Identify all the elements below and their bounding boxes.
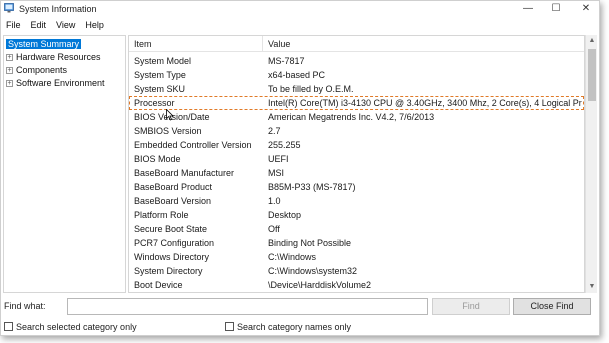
table-row[interactable]: System SKU To be filled by O.E.M. [129, 82, 584, 96]
close-button[interactable]: ✕ [573, 1, 599, 17]
minimize-button[interactable]: — [515, 1, 541, 17]
row-value: UEFI [268, 154, 289, 164]
row-item: Platform Role [134, 210, 189, 220]
tree-item-system-summary[interactable]: System Summary [6, 38, 82, 50]
tree-item-label: System Summary [6, 39, 82, 49]
system-info-icon [4, 3, 14, 13]
window-title: System Information [19, 4, 97, 14]
table-row-highlighted[interactable]: Processor Intel(R) Core(TM) i3-4130 CPU … [129, 96, 584, 110]
table-row[interactable]: BIOS Mode UEFI [129, 152, 584, 166]
scroll-down-icon[interactable]: ▼ [586, 281, 598, 293]
find-button[interactable]: Find [432, 298, 510, 315]
search-selected-category-checkbox[interactable]: Search selected category only [4, 321, 137, 333]
row-item: System Directory [134, 266, 203, 276]
table-row[interactable]: Secure Boot State Off [129, 222, 584, 236]
menu-bar: File Edit View Help [1, 18, 599, 32]
row-item: Boot Device [134, 280, 183, 290]
expand-icon[interactable]: + [6, 54, 13, 61]
row-value: \Device\HarddiskVolume2 [268, 280, 372, 290]
scrollbar-thumb[interactable] [588, 49, 596, 101]
table-row[interactable]: SMBIOS Version 2.7 [129, 124, 584, 138]
row-value: Binding Not Possible [268, 238, 352, 248]
tree-item-hardware-resources[interactable]: + Hardware Resources [6, 51, 101, 63]
table-row[interactable]: PCR7 Configuration Binding Not Possible [129, 236, 584, 250]
row-value: C:\Windows [268, 252, 317, 262]
tree-item-components[interactable]: + Components [6, 64, 67, 76]
column-divider[interactable] [262, 36, 263, 52]
row-value: x64-based PC [268, 70, 326, 80]
search-category-names-checkbox[interactable]: Search category names only [225, 321, 351, 333]
checkbox-icon[interactable] [4, 322, 13, 331]
row-value: 255.255 [268, 140, 301, 150]
checkbox-label: Search category names only [237, 322, 352, 332]
row-value: 2.7 [268, 126, 281, 136]
scroll-up-icon[interactable]: ▲ [586, 35, 598, 47]
row-value: 1.0 [268, 196, 281, 206]
checkbox-icon[interactable] [225, 322, 234, 331]
table-row[interactable]: BaseBoard Manufacturer MSI [129, 166, 584, 180]
table-row[interactable]: BaseBoard Product B85M-P33 (MS-7817) [129, 180, 584, 194]
row-value: Intel(R) Core(TM) i3-4130 CPU @ 3.40GHz,… [268, 98, 582, 108]
checkbox-label: Search selected category only [16, 322, 137, 332]
menu-edit[interactable]: Edit [26, 18, 52, 32]
row-value: To be filled by O.E.M. [268, 84, 354, 94]
row-value: MS-7817 [268, 56, 305, 66]
table-row[interactable]: Boot Device \Device\HarddiskVolume2 [129, 278, 584, 292]
row-item: System Model [134, 56, 192, 66]
row-value: American Megatrends Inc. V4.2, 7/6/2013 [268, 112, 435, 122]
table-row[interactable]: Platform Role Desktop [129, 208, 584, 222]
mouse-cursor-icon [166, 109, 174, 121]
row-value: Desktop [268, 210, 302, 220]
tree-item-label: Hardware Resources [16, 52, 101, 62]
row-item: BaseBoard Manufacturer [134, 168, 235, 178]
expand-icon[interactable]: + [6, 80, 13, 87]
table-row[interactable]: System Model MS-7817 [129, 54, 584, 68]
system-information-window: System Information — ☐ ✕ File Edit View … [0, 0, 600, 336]
tree-item-software-environment[interactable]: + Software Environment [6, 77, 105, 89]
list-header: Item Value [129, 36, 584, 52]
column-header-value[interactable]: Value [268, 39, 290, 49]
table-row[interactable]: Windows Directory C:\Windows [129, 250, 584, 264]
vertical-scrollbar[interactable]: ▲ ▼ [585, 35, 597, 293]
tree-item-label: Software Environment [16, 78, 105, 88]
title-bar[interactable]: System Information — ☐ ✕ [1, 1, 599, 17]
row-value: MSI [268, 168, 285, 178]
row-item: PCR7 Configuration [134, 238, 215, 248]
row-item: SMBIOS Version [134, 126, 202, 136]
table-row[interactable]: BIOS Version/Date American Megatrends In… [129, 110, 584, 124]
row-value: C:\Windows\system32 [268, 266, 358, 276]
table-row[interactable]: Embedded Controller Version 255.255 [129, 138, 584, 152]
row-item: Secure Boot State [134, 224, 208, 234]
close-find-button[interactable]: Close Find [513, 298, 591, 315]
find-what-label: Find what: [4, 301, 46, 311]
row-item: BaseBoard Product [134, 182, 213, 192]
table-row[interactable]: BaseBoard Version 1.0 [129, 194, 584, 208]
row-value: B85M-P33 (MS-7817) [268, 182, 356, 192]
menu-help[interactable]: Help [80, 18, 109, 32]
row-item: System SKU [134, 84, 186, 94]
row-item: Windows Directory [134, 252, 210, 262]
find-what-input[interactable] [67, 298, 428, 315]
table-row[interactable]: System Type x64-based PC [129, 68, 584, 82]
row-item: Processor [134, 98, 175, 108]
row-item: Embedded Controller Version [134, 140, 252, 150]
expand-icon[interactable]: + [6, 67, 13, 74]
column-header-item[interactable]: Item [134, 39, 152, 49]
row-item: BaseBoard Version [134, 196, 212, 206]
table-row[interactable]: System Directory C:\Windows\system32 [129, 264, 584, 278]
details-list[interactable]: Item Value System Model MS-7817 System T… [128, 35, 585, 293]
category-tree[interactable]: System Summary + Hardware Resources + Comp… [3, 35, 126, 293]
tree-item-label: Components [16, 65, 68, 75]
menu-file[interactable]: File [1, 18, 26, 32]
maximize-button[interactable]: ☐ [543, 1, 569, 17]
row-item: System Type [134, 70, 186, 80]
row-value: Off [268, 224, 280, 234]
menu-view[interactable]: View [51, 18, 80, 32]
row-item: BIOS Mode [134, 154, 181, 164]
